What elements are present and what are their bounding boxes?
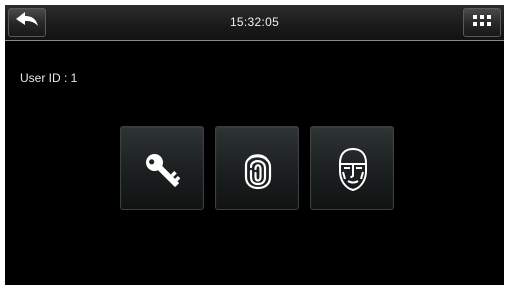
fingerprint-icon — [244, 154, 272, 190]
menu-button[interactable] — [463, 8, 501, 37]
face-icon — [339, 148, 367, 191]
back-arrow-icon — [15, 11, 39, 34]
password-verify-button[interactable] — [120, 126, 204, 210]
clock-time: 15:32:05 — [229, 15, 280, 29]
top-bar: 15:32:05 — [5, 5, 504, 41]
back-button[interactable] — [8, 8, 46, 37]
device-screen: 15:32:05 User ID : 1 — [5, 5, 504, 285]
key-icon — [146, 154, 181, 187]
face-verify-button[interactable] — [310, 126, 394, 210]
user-id-label: User ID : 1 — [20, 71, 78, 85]
grid-menu-icon — [473, 14, 491, 32]
fingerprint-verify-button[interactable] — [215, 126, 299, 210]
